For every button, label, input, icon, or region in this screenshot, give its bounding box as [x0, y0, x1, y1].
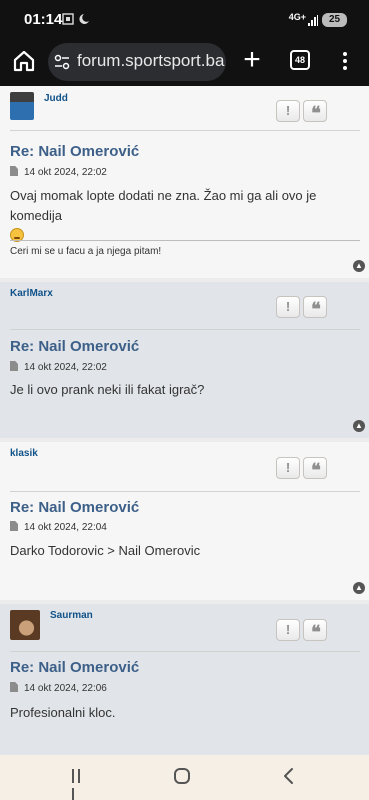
report-button[interactable]: ! — [276, 619, 300, 641]
avatar[interactable] — [10, 92, 34, 120]
post-author[interactable]: klasik — [10, 448, 38, 459]
post-icon — [10, 166, 18, 176]
forum-post: Saurman ! ❝ Re: Nail Omerović 14 okt 202… — [0, 604, 369, 755]
report-button[interactable]: ! — [276, 457, 300, 479]
post-date-text: 14 okt 2024, 22:02 — [24, 362, 107, 373]
post-icon — [10, 682, 18, 692]
site-settings-icon[interactable] — [54, 54, 70, 70]
battery-indicator: 25 — [322, 13, 347, 27]
quote-button[interactable]: ❝ — [303, 296, 327, 320]
post-author[interactable]: Saurman — [50, 610, 93, 621]
post-divider — [10, 130, 360, 131]
quote-button[interactable]: ❝ — [303, 100, 327, 124]
post-divider — [10, 329, 360, 330]
post-content-text: Ovaj momak lopte dodati ne zna. Žao mi g… — [10, 188, 317, 223]
post-icon — [10, 521, 18, 531]
back-to-top-icon[interactable]: ▲ — [353, 260, 365, 272]
post-date: 14 okt 2024, 22:02 — [10, 166, 107, 178]
status-bar: 01:14 4G+ 25 — [0, 0, 369, 40]
post-content: Darko Todorovic > Nail Omerovic — [10, 543, 201, 558]
post-date: 14 okt 2024, 22:02 — [10, 361, 107, 373]
network-indicator: 4G+ — [288, 12, 306, 22]
signal-icon — [308, 15, 318, 26]
post-title[interactable]: Re: Nail Omerović — [10, 659, 139, 676]
home-nav-icon[interactable] — [174, 768, 190, 784]
more-menu-icon[interactable] — [339, 49, 351, 73]
status-icons — [62, 13, 90, 28]
tab-switcher-button[interactable]: 48 — [290, 50, 310, 70]
post-content: Profesionalni kloc. — [10, 705, 116, 720]
quote-button[interactable]: ❝ — [303, 619, 327, 643]
forum-post: Judd ! ❝ Re: Nail Omerović 14 okt 2024, … — [0, 86, 369, 278]
screenshot-and-moon-icon — [62, 13, 89, 25]
post-title[interactable]: Re: Nail Omerović — [10, 499, 139, 516]
back-to-top-icon[interactable]: ▲ — [353, 420, 365, 432]
post-title[interactable]: Re: Nail Omerović — [10, 338, 139, 355]
url-text: forum.sportsport.ba — [77, 51, 225, 70]
post-icon — [10, 361, 18, 371]
post-divider — [10, 651, 360, 652]
system-nav-bar — [0, 755, 369, 800]
new-tab-icon[interactable]: + — [240, 45, 264, 75]
recents-icon[interactable] — [72, 769, 88, 800]
post-date: 14 okt 2024, 22:04 — [10, 521, 107, 533]
report-button[interactable]: ! — [276, 296, 300, 318]
status-time: 01:14 — [24, 11, 63, 28]
forum-post: KarlMarx ! ❝ Re: Nail Omerović 14 okt 20… — [0, 282, 369, 438]
post-date-text: 14 okt 2024, 22:06 — [24, 683, 107, 694]
address-bar[interactable]: forum.sportsport.ba — [48, 43, 226, 81]
report-button[interactable]: ! — [276, 100, 300, 122]
post-title[interactable]: Re: Nail Omerović — [10, 143, 139, 160]
post-date-text: 14 okt 2024, 22:04 — [24, 522, 107, 533]
signature-divider — [10, 240, 360, 241]
avatar[interactable] — [10, 610, 40, 640]
browser-toolbar: forum.sportsport.ba + 48 — [0, 40, 369, 86]
post-content: Ovaj momak lopte dodati ne zna. Žao mi g… — [10, 186, 360, 246]
post-author[interactable]: Judd — [44, 93, 68, 104]
post-signature: Ceri mi se u facu a ja njega pitam! — [10, 246, 162, 257]
back-to-top-icon[interactable]: ▲ — [353, 582, 365, 594]
post-date-text: 14 okt 2024, 22:02 — [24, 167, 107, 178]
forum-post: klasik ! ❝ Re: Nail Omerović 14 okt 2024… — [0, 442, 369, 600]
post-date: 14 okt 2024, 22:06 — [10, 682, 107, 694]
post-divider — [10, 491, 360, 492]
post-content: Je li ovo prank neki ili fakat igrač? — [10, 382, 205, 397]
post-author[interactable]: KarlMarx — [10, 288, 53, 299]
home-icon[interactable] — [12, 49, 36, 73]
quote-button[interactable]: ❝ — [303, 457, 327, 481]
back-icon[interactable] — [280, 767, 298, 785]
